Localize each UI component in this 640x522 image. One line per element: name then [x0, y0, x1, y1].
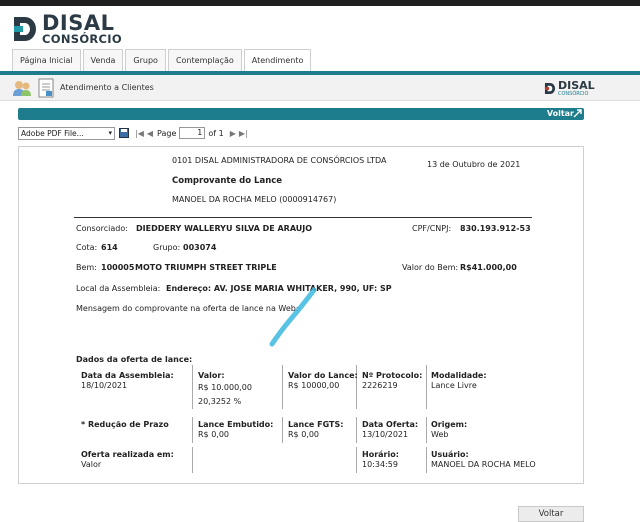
- report-date: 13 de Outubro de 2021: [427, 160, 521, 169]
- disal-logo-icon: [14, 17, 36, 42]
- cota-value: 614: [101, 243, 118, 252]
- valor-value: R$ 10.000,00: [198, 383, 252, 392]
- grupo-value: 003074: [183, 243, 217, 252]
- modalidade-value: Lance Livre: [431, 381, 477, 390]
- cpf-label: CPF/CNPJ:: [412, 224, 452, 233]
- save-icon[interactable]: [119, 128, 129, 138]
- pdf-toolbar: Adobe PDF File... ▾ |◀ ◀ Page 1 of 1 ▶ ▶…: [18, 125, 248, 141]
- valor-bem-label: Valor do Bem:: [402, 263, 459, 272]
- fgts-label: Lance FGTS:: [288, 420, 344, 429]
- protocolo-label: Nº Protocolo:: [362, 371, 423, 380]
- report-header-bar: Voltar: [18, 108, 584, 120]
- fgts-value: R$ 0,00: [288, 430, 320, 439]
- data-assembleia-label: Data da Assembleia:: [81, 371, 174, 380]
- bem-value: MOTO TRIUMPH STREET TRIPLE: [135, 263, 277, 272]
- document-icon[interactable]: [38, 78, 54, 98]
- consorciado-value: DIEDDERY WALLERYU SILVA DE ARAUJO: [136, 224, 313, 233]
- tab-atendimento[interactable]: Atendimento: [243, 49, 312, 71]
- export-format-select[interactable]: Adobe PDF File... ▾: [18, 126, 115, 140]
- page-count-label: of 1: [208, 128, 224, 138]
- main-tabs: Página Inicial Venda Grupo Contemplação …: [12, 49, 313, 71]
- bem-label: Bem:: [76, 263, 97, 272]
- bem-code: 100005: [101, 263, 135, 272]
- reducao-label: * Redução de Prazo: [81, 420, 169, 429]
- disal-small-logo: DISAL CONSÓRCIO: [544, 80, 595, 97]
- sub-toolbar: Atendimento a Clientes DISAL CONSÓRCIO: [0, 75, 640, 101]
- valor-lance-label: Valor do Lance:: [288, 371, 358, 380]
- disal-small-logo-icon: [544, 82, 556, 95]
- dados-title: Dados da oferta de lance:: [76, 355, 193, 364]
- col-divider-4: [426, 365, 427, 409]
- modalidade-label: Modalidade:: [431, 371, 487, 380]
- col-divider-1: [192, 365, 193, 409]
- top-bar: [0, 0, 640, 6]
- embutido-label: Lance Embutido:: [198, 420, 274, 429]
- voltar-top-link[interactable]: Voltar: [547, 108, 574, 120]
- small-brand-name: DISAL: [558, 79, 595, 92]
- valor-label: Valor:: [198, 371, 225, 380]
- origem-label: Origem:: [431, 420, 468, 429]
- chevron-down-icon: ▾: [108, 128, 112, 137]
- col-divider-9: [192, 447, 193, 473]
- cota-label: Cota:: [76, 243, 98, 252]
- users-icon[interactable]: [12, 79, 32, 97]
- page-number-input[interactable]: 1: [179, 127, 206, 139]
- col-divider-10: [356, 447, 357, 473]
- brand-sub: CONSÓRCIO: [42, 32, 122, 46]
- first-page-icon[interactable]: |◀: [135, 129, 144, 138]
- valor-bem-value: R$41.000,00: [460, 263, 517, 272]
- export-format-value: Adobe PDF File...: [21, 128, 84, 138]
- tab-venda[interactable]: Venda: [82, 49, 124, 71]
- tab-pagina-inicial[interactable]: Página Inicial: [12, 49, 81, 71]
- consorciado-label: Consorciado:: [76, 224, 128, 233]
- back-arrow-icon[interactable]: [573, 109, 582, 118]
- embutido-value: R$ 0,00: [198, 430, 230, 439]
- user-line: MANOEL DA ROCHA MELO (0000914767): [172, 195, 337, 204]
- horario-value: 10:34:59: [362, 460, 398, 469]
- data-oferta-value: 13/10/2021: [362, 430, 409, 439]
- grupo-label: Grupo:: [153, 243, 181, 252]
- header-divider: [74, 217, 532, 218]
- usuario-label: Usuário:: [431, 450, 469, 459]
- usuario-value: MANOEL DA ROCHA MELO: [431, 460, 536, 469]
- oferta-realizada-value: Valor: [81, 460, 102, 469]
- col-divider-11: [426, 447, 427, 473]
- data-oferta-label: Data Oferta:: [362, 420, 419, 429]
- col-divider-2: [282, 365, 283, 409]
- tab-contemplacao[interactable]: Contemplação: [167, 49, 242, 71]
- report-title: Comprovante do Lance: [172, 176, 283, 186]
- oferta-realizada-label: Oferta realizada em:: [81, 450, 174, 459]
- valor-pct: 20,3252 %: [198, 397, 242, 406]
- protocolo-value: 2226219: [362, 381, 398, 390]
- company-name: 0101 DISAL ADMINISTRADORA DE CONSÓRCIOS …: [172, 156, 387, 165]
- col-divider-6: [282, 417, 283, 443]
- atendimento-clientes-label[interactable]: Atendimento a Clientes: [60, 83, 154, 92]
- page-label: Page: [157, 128, 177, 138]
- next-page-icon[interactable]: ▶: [230, 129, 236, 138]
- tab-grupo[interactable]: Grupo: [125, 49, 166, 71]
- local-label: Local da Assembleia:: [76, 284, 161, 293]
- origem-value: Web: [431, 430, 449, 439]
- valor-lance-value: R$ 10000,00: [288, 381, 340, 390]
- prev-page-icon[interactable]: ◀: [147, 129, 153, 138]
- col-divider-8: [426, 417, 427, 443]
- cpf-value: 830.193.912-53: [460, 224, 531, 233]
- col-divider-5: [192, 417, 193, 443]
- col-divider-7: [356, 417, 357, 443]
- pen-scribble-mark: [269, 287, 317, 347]
- brand-name: DISAL: [42, 11, 115, 35]
- disal-logo: DISAL CONSÓRCIO: [12, 13, 122, 46]
- data-assembleia-value: 18/10/2021: [81, 381, 128, 390]
- horario-label: Horário:: [362, 450, 399, 459]
- last-page-icon[interactable]: ▶|: [239, 129, 248, 138]
